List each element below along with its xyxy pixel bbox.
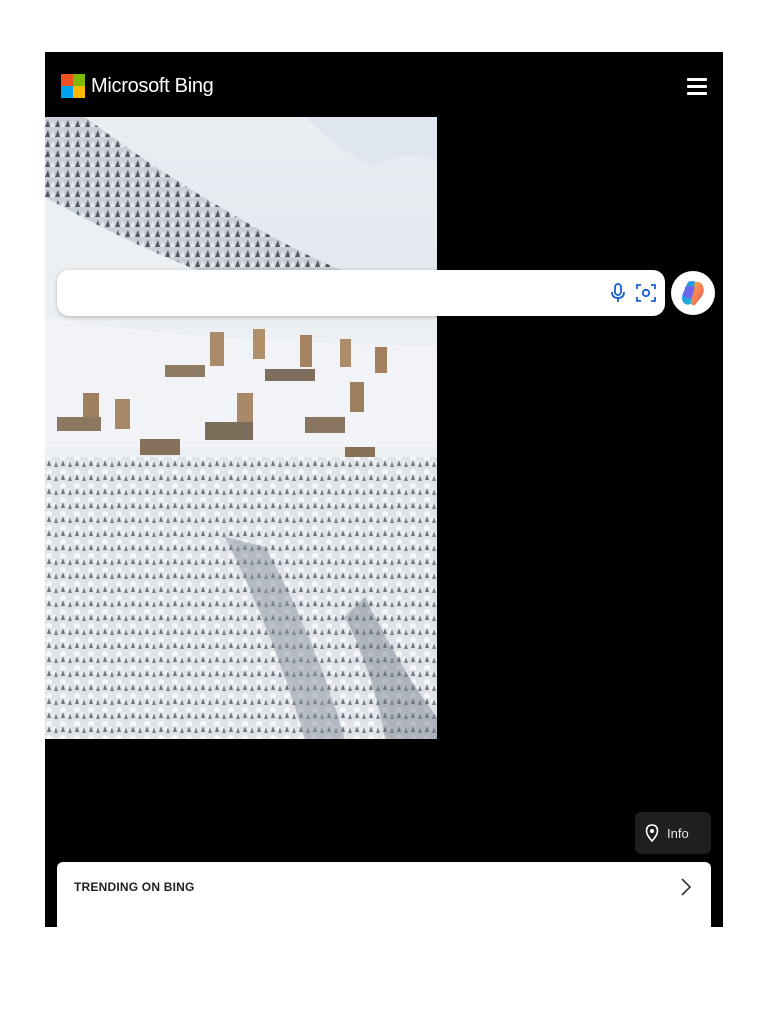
search-bar: [57, 270, 665, 316]
bing-logo-link[interactable]: Microsoft Bing: [61, 74, 214, 98]
brand-name: Microsoft Bing: [91, 74, 214, 97]
menu-line: [687, 85, 707, 88]
snowy-village-illustration: [45, 117, 437, 739]
homepage-frame: Microsoft Bing Info TRENDING ON BING: [45, 52, 723, 927]
menu-line: [687, 78, 707, 81]
logo-square-green: [73, 74, 85, 86]
chevron-right-icon: [681, 878, 692, 896]
search-input[interactable]: [71, 278, 595, 310]
copilot-icon: [682, 281, 704, 306]
voice-search-button[interactable]: [605, 280, 631, 306]
hero-background-image: [45, 117, 437, 739]
hamburger-menu-button[interactable]: [685, 76, 709, 96]
visual-search-icon: [636, 284, 656, 302]
visual-search-button[interactable]: [633, 280, 659, 306]
menu-line: [687, 92, 707, 95]
trending-title: TRENDING ON BING: [74, 880, 195, 894]
image-info-button[interactable]: Info: [635, 812, 711, 854]
logo-square-blue: [61, 86, 73, 98]
microphone-icon: [611, 283, 625, 302]
trending-panel: TRENDING ON BING: [57, 862, 711, 927]
logo-square-yellow: [73, 86, 85, 98]
location-pin-icon: [645, 824, 659, 842]
logo-square-red: [61, 74, 73, 86]
copilot-button[interactable]: [671, 271, 715, 315]
trending-more-button[interactable]: [675, 876, 695, 898]
microsoft-logo-icon: [61, 74, 85, 98]
header: Microsoft Bing: [45, 52, 723, 117]
info-label: Info: [667, 825, 689, 841]
